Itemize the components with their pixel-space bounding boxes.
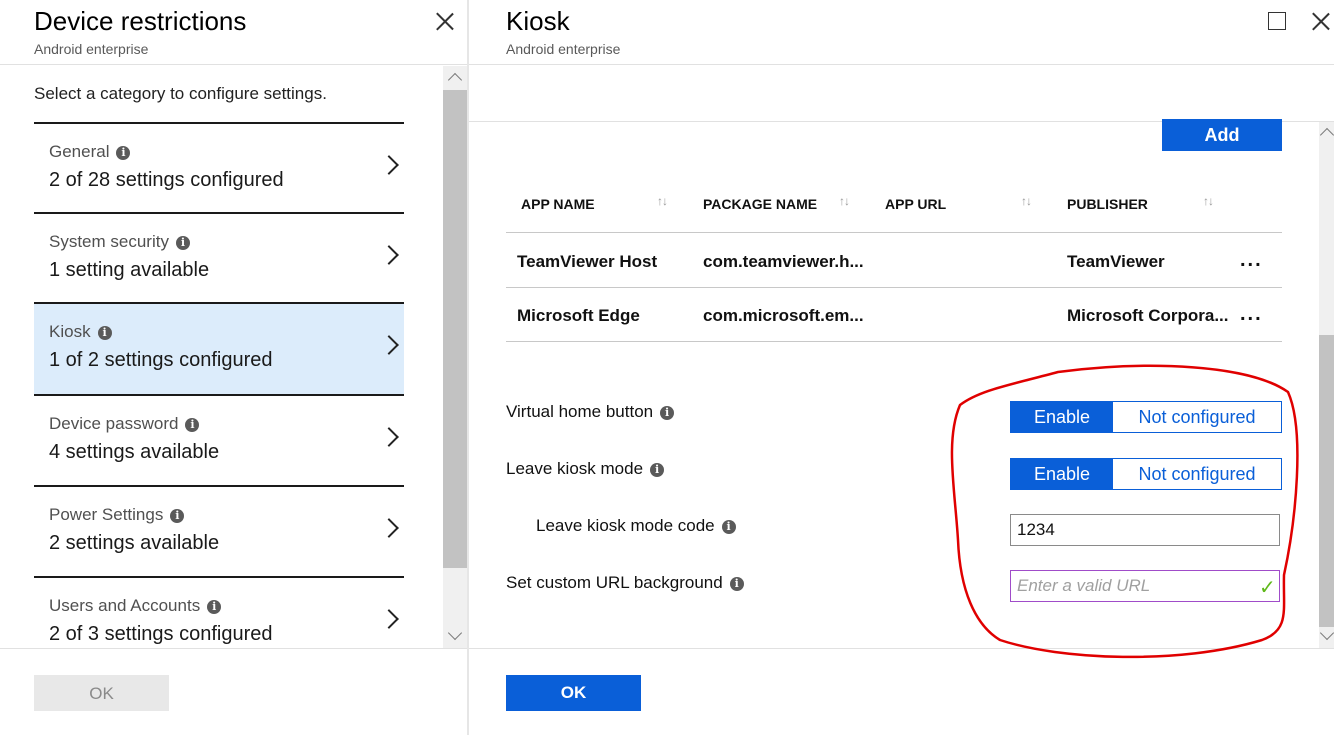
not-configured-option[interactable]: Not configured [1113, 459, 1281, 489]
table-row[interactable]: TeamViewer Host com.teamviewer.h... Team… [506, 233, 1282, 287]
category-users-and-accounts[interactable]: Users and Accounts i 2 of 3 settings conf… [34, 576, 404, 650]
chevron-right-icon [379, 518, 399, 538]
enable-option[interactable]: Enable [1011, 402, 1113, 432]
info-icon[interactable]: i [207, 600, 222, 614]
cell-publisher: Microsoft Corpora... [1067, 306, 1229, 325]
chevron-right-icon [379, 155, 399, 175]
category-prompt: Select a category to configure settings. [34, 84, 327, 103]
sort-icon[interactable]: ↑↓ [657, 194, 668, 208]
blade-subtitle: Android enterprise [34, 41, 149, 57]
info-icon[interactable]: i [729, 577, 744, 591]
info-icon[interactable]: i [721, 520, 736, 534]
setting-leave-kiosk-mode-code: Leave kiosk mode code i [536, 516, 736, 536]
sort-icon[interactable]: ↑↓ [839, 194, 850, 208]
info-icon[interactable]: i [97, 326, 112, 340]
sort-icon[interactable]: ↑↓ [1203, 194, 1214, 208]
close-icon[interactable] [435, 11, 455, 31]
category-device-password[interactable]: Device password i 4 settings available [34, 394, 404, 484]
category-name: General [49, 142, 110, 161]
ok-button[interactable]: OK [506, 675, 641, 711]
category-kiosk[interactable]: Kiosk i 1 of 2 settings configured [34, 302, 404, 394]
category-status: 1 of 2 settings configured [49, 349, 273, 371]
custom-url-input[interactable] [1010, 570, 1280, 602]
cell-package-name: com.teamviewer.h... [703, 252, 864, 271]
setting-label: Virtual home button [506, 402, 654, 421]
divider [0, 648, 467, 649]
device-restrictions-blade: Device restrictions Android enterprise S… [0, 0, 467, 735]
divider [469, 648, 1334, 649]
cell-app-name: TeamViewer Host [517, 252, 658, 271]
column-header-publisher[interactable]: PUBLISHER [1067, 196, 1148, 212]
setting-custom-url-background: Set custom URL background i [506, 573, 744, 593]
info-icon[interactable]: i [650, 463, 665, 477]
enable-option[interactable]: Enable [1011, 459, 1113, 489]
setting-label: Set custom URL background [506, 573, 723, 592]
add-app-button[interactable]: Add [1162, 119, 1282, 151]
setting-label: Leave kiosk mode code [536, 516, 715, 535]
info-icon[interactable]: i [185, 418, 200, 432]
blade-divider [467, 0, 469, 735]
valid-check-icon: ✓ [1259, 577, 1276, 599]
category-status: 1 setting available [49, 259, 210, 281]
leave-kiosk-code-input[interactable] [1010, 514, 1280, 546]
category-name: Kiosk [49, 322, 91, 341]
kiosk-subtitle: Android enterprise [506, 41, 621, 57]
setting-leave-kiosk-mode: Leave kiosk mode i [506, 459, 665, 479]
more-options-icon[interactable]: ... [1240, 249, 1263, 272]
setting-virtual-home-button: Virtual home button i [506, 402, 675, 422]
column-header-app-url[interactable]: APP URL [885, 196, 946, 212]
virtual-home-toggle[interactable]: Enable Not configured [1010, 401, 1282, 433]
more-options-icon[interactable]: ... [1240, 303, 1263, 326]
divider [469, 64, 1334, 65]
kiosk-title: Kiosk [506, 6, 570, 36]
ok-button-disabled[interactable]: OK [34, 675, 169, 711]
chevron-right-icon [379, 335, 399, 355]
category-name: Power Settings [49, 505, 164, 524]
row-divider [506, 341, 1282, 342]
category-power-settings[interactable]: Power Settings i 2 settings available [34, 485, 404, 575]
leave-kiosk-toggle[interactable]: Enable Not configured [1010, 458, 1282, 490]
category-general[interactable]: General i 2 of 28 settings configured [34, 122, 404, 212]
category-name: System security [49, 232, 169, 251]
not-configured-option[interactable]: Not configured [1113, 402, 1281, 432]
column-header-package-name[interactable]: PACKAGE NAME [703, 196, 817, 212]
scrollbar-thumb[interactable] [1319, 335, 1334, 627]
chevron-right-icon [379, 609, 399, 629]
info-icon[interactable]: i [175, 236, 190, 250]
category-status: 2 of 28 settings configured [49, 169, 284, 191]
info-icon[interactable]: i [660, 406, 675, 420]
cell-app-name: Microsoft Edge [517, 306, 640, 325]
sort-icon[interactable]: ↑↓ [1021, 194, 1032, 208]
category-system-security[interactable]: System security i 1 setting available [34, 212, 404, 302]
cell-publisher: TeamViewer [1067, 252, 1165, 271]
category-status: 4 settings available [49, 441, 220, 463]
maximize-icon[interactable] [1268, 12, 1286, 30]
divider [0, 64, 467, 65]
category-name: Users and Accounts [49, 596, 201, 615]
chevron-right-icon [379, 427, 399, 447]
category-status: 2 settings available [49, 532, 220, 554]
category-name: Device password [49, 414, 179, 433]
cell-package-name: com.microsoft.em... [703, 306, 864, 325]
table-row[interactable]: Microsoft Edge com.microsoft.em... Micro… [506, 288, 1282, 341]
info-icon[interactable]: i [116, 146, 131, 160]
setting-label: Leave kiosk mode [506, 459, 644, 478]
category-status: 2 of 3 settings configured [49, 623, 273, 645]
blade-title: Device restrictions [34, 6, 247, 36]
column-header-app-name[interactable]: APP NAME [521, 196, 595, 212]
chevron-right-icon [379, 245, 399, 265]
close-icon[interactable] [1311, 11, 1331, 31]
scrollbar-thumb[interactable] [443, 90, 467, 568]
info-icon[interactable]: i [170, 509, 185, 523]
